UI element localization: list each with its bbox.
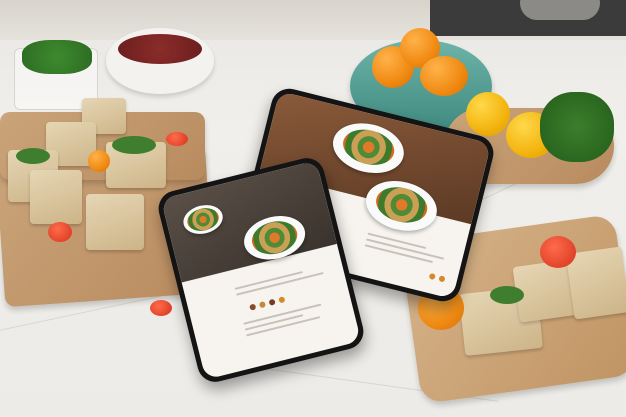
ingredient-dot	[278, 296, 286, 304]
parsley	[540, 92, 614, 162]
orange-small	[88, 150, 110, 172]
cherry-tomato-slice	[48, 222, 72, 242]
cooking-pot	[520, 0, 600, 20]
cherry-tomato-slice	[166, 132, 188, 146]
rating-dot	[438, 275, 446, 283]
kitchen-scene	[0, 0, 626, 417]
yellow-tomato	[466, 92, 510, 136]
herb-bunch	[22, 40, 92, 74]
rating-dot	[428, 272, 436, 281]
ingredient-dot	[249, 303, 257, 311]
cherry-tomato-slice	[150, 300, 172, 316]
herb-garnish	[16, 148, 50, 164]
ingredient-dot	[258, 301, 267, 309]
granola-bar	[86, 194, 144, 250]
granola-bar	[30, 170, 82, 224]
orange	[420, 56, 468, 96]
red-sauce	[118, 34, 202, 64]
herb-garnish	[490, 286, 524, 304]
herb-garnish	[112, 136, 156, 154]
cherry-tomato-slice	[540, 236, 576, 268]
ingredient-dot	[268, 298, 276, 306]
